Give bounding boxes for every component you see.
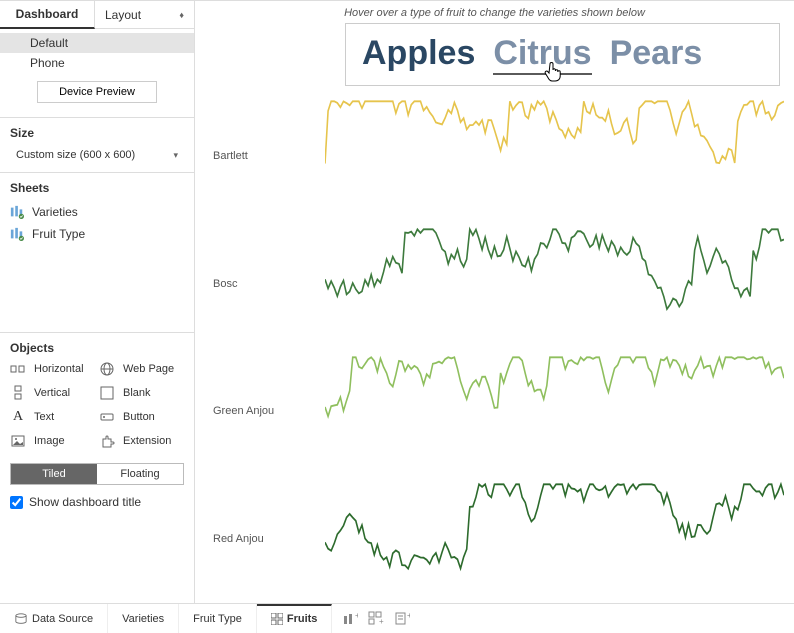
tab-fruit-type[interactable]: Fruit Type — [179, 604, 257, 633]
objects-grid: Horizontal Web Page Vertical Blank AText… — [10, 361, 184, 449]
device-preview-button[interactable]: Device Preview — [37, 81, 157, 103]
sparkline-bartlett — [325, 92, 784, 220]
worksheet-icon — [10, 227, 24, 241]
variety-charts: Bartlett Bosc Green Anjou Red Anjou — [205, 92, 784, 603]
object-extension[interactable]: Extension — [99, 433, 184, 449]
size-title: Size — [10, 126, 184, 140]
device-list: Default Phone Device Preview — [0, 29, 194, 117]
sheet-label: Varieties — [32, 205, 78, 219]
fruit-apples[interactable]: Apples — [362, 34, 475, 75]
vertical-icon — [10, 385, 26, 401]
tiled-button[interactable]: Tiled — [11, 464, 97, 484]
svg-text:+: + — [379, 617, 384, 626]
chart-label: Bosc — [205, 278, 325, 290]
objects-title: Objects — [10, 341, 184, 355]
size-value: Custom size (600 x 600) — [16, 149, 135, 161]
new-story-button[interactable]: + — [392, 609, 412, 629]
hover-instruction: Hover over a type of fruit to change the… — [205, 7, 784, 19]
size-select[interactable]: Custom size (600 x 600) ▾ — [10, 146, 184, 164]
tab-fruits[interactable]: Fruits — [257, 604, 333, 633]
show-title-input[interactable] — [10, 496, 23, 509]
sparkline-bosc — [325, 220, 784, 348]
fruit-pears[interactable]: Pears — [610, 34, 703, 75]
fruit-citrus[interactable]: Citrus — [493, 34, 591, 75]
fruit-selector: Apples Citrus Pears — [345, 23, 780, 86]
cursor-hand-icon — [543, 62, 563, 89]
new-worksheet-button[interactable]: + — [340, 609, 360, 629]
chart-bosc: Bosc — [205, 220, 784, 348]
floating-button[interactable]: Floating — [97, 464, 183, 484]
show-title-label: Show dashboard title — [29, 495, 141, 509]
object-text[interactable]: AText — [10, 409, 95, 425]
sparkline-green-anjou — [325, 348, 784, 476]
new-sheet-buttons: + + + — [332, 609, 420, 629]
show-title-checkbox[interactable]: Show dashboard title — [10, 495, 184, 509]
dashboard-icon — [271, 613, 283, 625]
tab-varieties[interactable]: Varieties — [108, 604, 179, 633]
chart-green-anjou: Green Anjou — [205, 348, 784, 476]
worksheet-icon — [10, 205, 24, 219]
sparkline-red-anjou — [325, 475, 784, 603]
sheet-fruit-type[interactable]: Fruit Type — [10, 223, 184, 245]
data-source-tab[interactable]: Data Source — [0, 604, 108, 633]
extension-icon — [99, 433, 115, 449]
new-dashboard-button[interactable]: + — [366, 609, 386, 629]
text-icon: A — [10, 409, 26, 425]
svg-text:+: + — [407, 611, 410, 620]
bottom-tabs: Data Source Varieties Fruit Type Fruits … — [0, 603, 794, 633]
tab-layout[interactable]: Layout ♦ — [95, 1, 194, 29]
chart-label: Green Anjou — [205, 405, 325, 417]
device-phone[interactable]: Phone — [0, 53, 194, 73]
horizontal-icon — [10, 361, 26, 377]
sidebar: Dashboard Layout ♦ Default Phone Device … — [0, 1, 195, 603]
object-blank[interactable]: Blank — [99, 385, 184, 401]
sheet-varieties[interactable]: Varieties — [10, 201, 184, 223]
tab-dashboard[interactable]: Dashboard — [0, 1, 95, 29]
sheets-title: Sheets — [10, 181, 184, 195]
button-icon — [99, 409, 115, 425]
size-section: Size Custom size (600 x 600) ▾ — [0, 117, 194, 172]
image-icon — [10, 433, 26, 449]
object-webpage[interactable]: Web Page — [99, 361, 184, 377]
sheets-section: Sheets Varieties Fruit Type — [0, 172, 194, 332]
tile-toggle: Tiled Floating — [10, 463, 184, 485]
chart-label: Red Anjou — [205, 533, 325, 545]
dropdown-icon: ♦ — [179, 10, 184, 20]
object-horizontal[interactable]: Horizontal — [10, 361, 95, 377]
chevron-down-icon: ▾ — [173, 150, 178, 161]
chart-bartlett: Bartlett — [205, 92, 784, 220]
tab-layout-label: Layout — [105, 8, 141, 22]
svg-text:+: + — [355, 611, 358, 620]
object-vertical[interactable]: Vertical — [10, 385, 95, 401]
chart-red-anjou: Red Anjou — [205, 475, 784, 603]
blank-icon — [99, 385, 115, 401]
objects-section: Objects Horizontal Web Page Vertical Bla… — [0, 332, 194, 517]
sidebar-tabs: Dashboard Layout ♦ — [0, 1, 194, 29]
device-default[interactable]: Default — [0, 33, 194, 53]
data-source-icon — [14, 613, 28, 625]
object-image[interactable]: Image — [10, 433, 95, 449]
dashboard-canvas: Hover over a type of fruit to change the… — [195, 1, 794, 603]
globe-icon — [99, 361, 115, 377]
sheet-label: Fruit Type — [32, 227, 85, 241]
object-button[interactable]: Button — [99, 409, 184, 425]
chart-label: Bartlett — [205, 150, 325, 162]
